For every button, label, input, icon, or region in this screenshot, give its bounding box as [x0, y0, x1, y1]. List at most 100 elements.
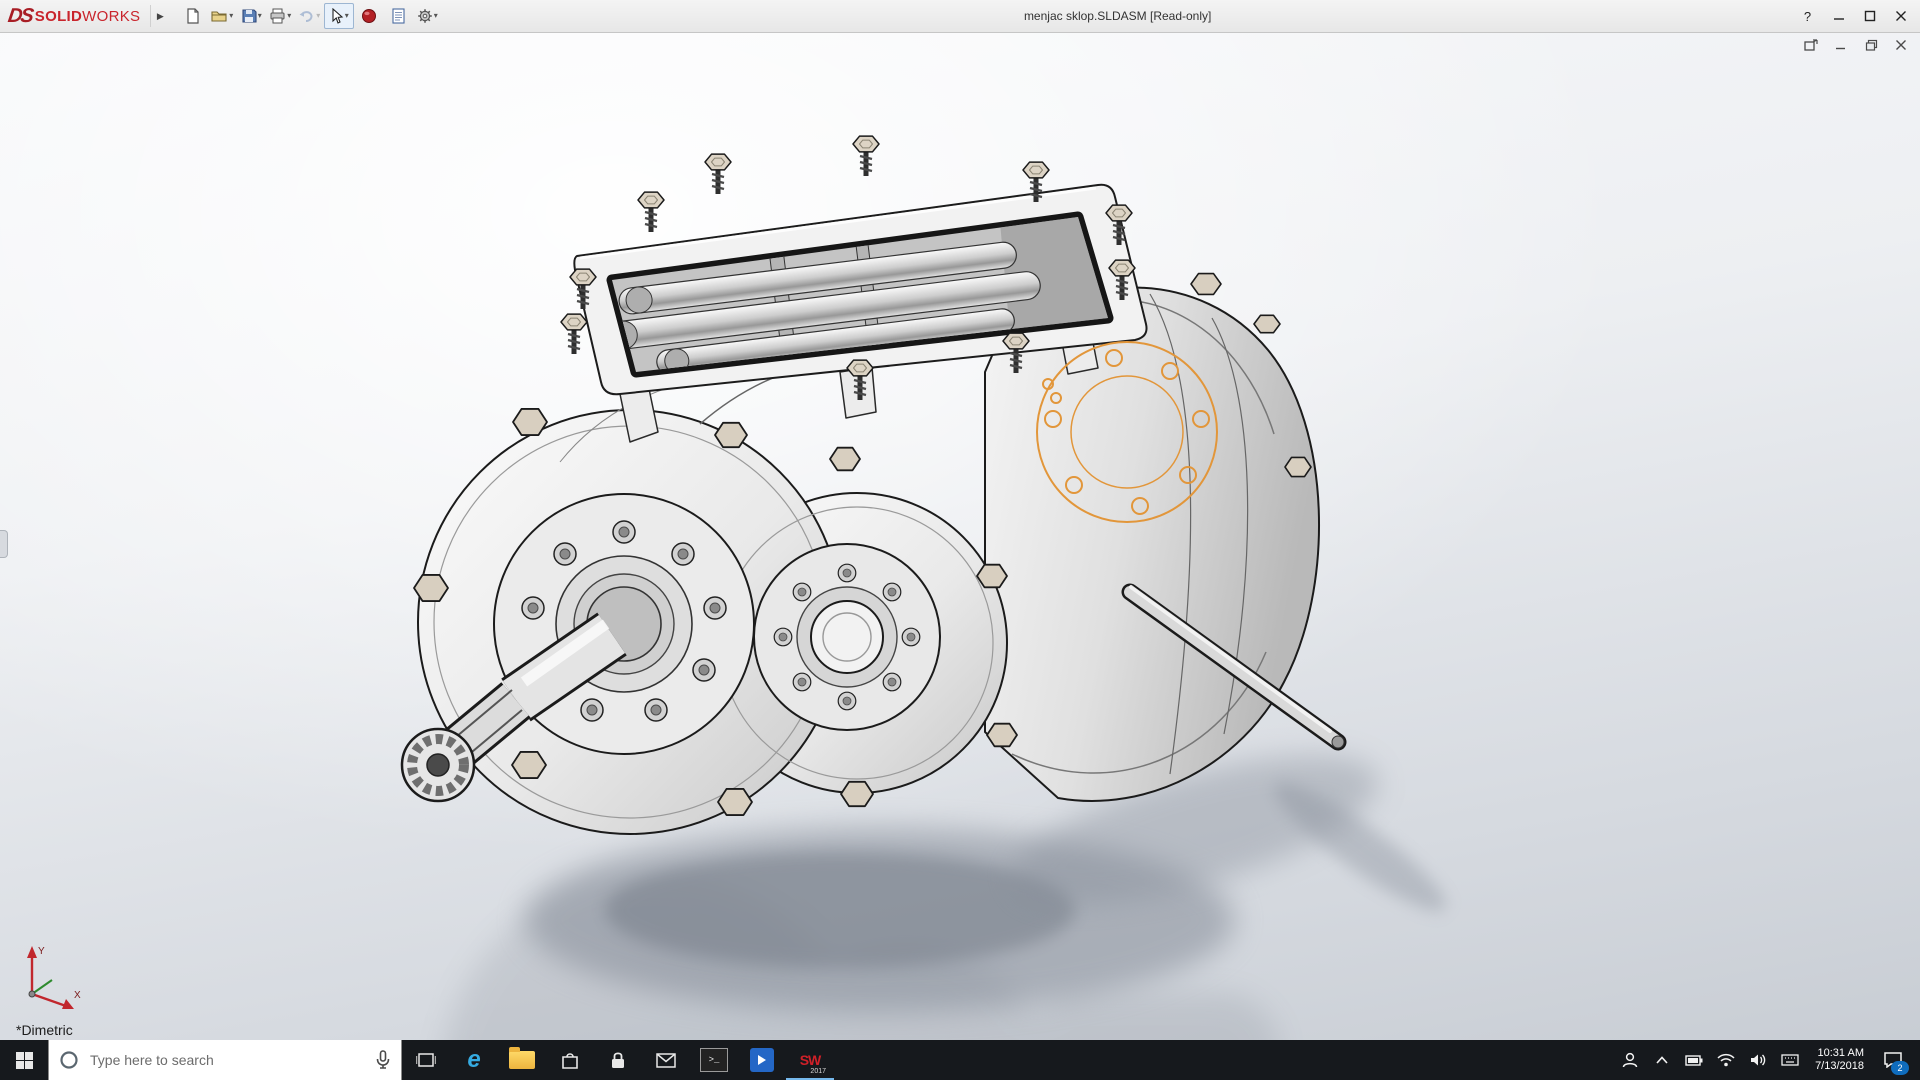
secondary-flange [754, 544, 940, 730]
microphone-icon[interactable] [375, 1050, 391, 1070]
maximize-icon [1864, 10, 1876, 22]
speaker-icon [1750, 1053, 1767, 1067]
gear-icon [417, 8, 433, 24]
doc-restore-button[interactable] [1862, 37, 1880, 53]
help-button[interactable]: ? [1794, 4, 1821, 28]
save-floppy-icon [241, 8, 257, 24]
print-dropdown-arrow[interactable]: ▾ [287, 12, 291, 20]
system-tray: 10:31 AM 7/13/2018 2 [1614, 1040, 1920, 1080]
sw-logo-text: SW [800, 1052, 821, 1068]
search-input[interactable] [88, 1051, 366, 1069]
printer-icon [269, 8, 286, 24]
graphics-viewport[interactable]: Y X *Dimetric [0, 32, 1920, 1040]
tray-overflow-button[interactable] [1646, 1040, 1678, 1080]
file-explorer-button[interactable] [498, 1040, 546, 1080]
maximize-button[interactable] [1856, 4, 1883, 28]
edge-button[interactable]: e [450, 1040, 498, 1080]
doc-float-button[interactable] [1802, 37, 1820, 53]
start-button[interactable] [0, 1040, 48, 1080]
minimize-button[interactable] [1825, 4, 1852, 28]
undo-dropdown-arrow[interactable]: ▾ [316, 12, 320, 20]
solidworks-window: DS SOLIDWORKS ▶ ▾ ▾ ▾ ▾ [0, 0, 1920, 1080]
people-button[interactable] [1614, 1040, 1646, 1080]
open-dropdown-arrow[interactable]: ▾ [229, 12, 233, 20]
cortana-icon [59, 1050, 79, 1070]
save-dropdown-arrow[interactable]: ▾ [258, 12, 262, 20]
new-document-button[interactable] [179, 4, 207, 28]
rear-cylinder-housing [985, 274, 1319, 801]
quick-access-toolbar: ▾ ▾ ▾ ▾ ▾ [179, 3, 441, 29]
keyboard-icon [1781, 1054, 1799, 1066]
triad-x-label: X [74, 990, 81, 1001]
close-button[interactable] [1887, 4, 1914, 28]
doc-close-button[interactable] [1892, 37, 1910, 53]
open-button[interactable]: ▾ [208, 4, 236, 28]
solidworks-app-icon: SW 2017 [795, 1045, 825, 1075]
options-button[interactable]: ▾ [413, 4, 441, 28]
media-app-button[interactable] [738, 1040, 786, 1080]
people-icon [1621, 1052, 1639, 1068]
undo-arrow-icon [298, 8, 315, 24]
options-dropdown-arrow[interactable]: ▾ [434, 12, 438, 20]
document-window-controls [1802, 37, 1910, 53]
touch-keyboard-button[interactable] [1774, 1040, 1806, 1080]
command-prompt-icon: >_ [700, 1048, 728, 1072]
clock-time: 10:31 AM [1815, 1047, 1864, 1060]
orientation-triad: Y X [8, 932, 92, 1016]
solidworks-taskbar-button[interactable]: SW 2017 [786, 1040, 834, 1080]
security-app-button[interactable] [594, 1040, 642, 1080]
padlock-icon [610, 1050, 626, 1070]
windows-taskbar: e >_ [0, 1040, 1920, 1080]
doc-restore-icon [1865, 39, 1878, 51]
minimize-icon [1833, 10, 1845, 22]
battery-button[interactable] [1678, 1040, 1710, 1080]
action-center-button[interactable]: 2 [1873, 1040, 1913, 1080]
taskbar-clock[interactable]: 10:31 AM 7/13/2018 [1806, 1047, 1873, 1073]
notification-badge: 2 [1891, 1061, 1909, 1075]
command-prompt-button[interactable]: >_ [690, 1040, 738, 1080]
design-report-button[interactable] [384, 4, 412, 28]
open-folder-icon [211, 8, 228, 24]
windows-logo-icon [16, 1052, 33, 1069]
wifi-icon [1717, 1053, 1735, 1067]
select-tool-button[interactable]: ▾ [324, 3, 354, 29]
menu-flyout-button[interactable]: ▶ [150, 5, 169, 27]
mail-button[interactable] [642, 1040, 690, 1080]
store-button[interactable] [546, 1040, 594, 1080]
edge-icon: e [467, 1048, 480, 1072]
3d-model-canvas[interactable] [0, 32, 1920, 1040]
task-view-icon [416, 1052, 436, 1068]
new-document-icon [185, 8, 201, 24]
file-explorer-icon [509, 1051, 535, 1069]
gearbox-assembly[interactable] [402, 136, 1344, 834]
save-button[interactable]: ▾ [237, 4, 265, 28]
task-view-button[interactable] [402, 1040, 450, 1080]
view-orientation-label: *Dimetric [16, 1022, 73, 1038]
titlebar: DS SOLIDWORKS ▶ ▾ ▾ ▾ ▾ [0, 0, 1920, 33]
media-app-icon [750, 1048, 774, 1072]
solidworks-logo: DS SOLIDWORKS [0, 5, 144, 28]
brand-text-bold: SOLID [35, 8, 82, 25]
select-dropdown-arrow[interactable]: ▾ [345, 12, 349, 20]
close-icon [1895, 10, 1907, 22]
ds-logo-icon: DS [6, 5, 33, 28]
undo-button[interactable]: ▾ [295, 4, 323, 28]
clock-date: 7/13/2018 [1815, 1060, 1864, 1073]
store-bag-icon [560, 1050, 580, 1070]
doc-minimize-button[interactable] [1832, 37, 1850, 53]
sw-year-text: 2017 [810, 1068, 826, 1075]
mail-envelope-icon [656, 1053, 676, 1068]
realview-sphere-button[interactable] [355, 4, 383, 28]
network-button[interactable] [1710, 1040, 1742, 1080]
print-button[interactable]: ▾ [266, 4, 294, 28]
brand-text-light: WORKS [82, 8, 140, 25]
doc-float-icon [1804, 39, 1818, 52]
document-title: menjac sklop.SLDASM [Read-only] [441, 9, 1794, 23]
red-sphere-icon [361, 8, 377, 24]
doc-close-icon [1895, 39, 1907, 51]
taskbar-search[interactable] [48, 1040, 402, 1080]
volume-button[interactable] [1742, 1040, 1774, 1080]
doc-minimize-icon [1835, 39, 1847, 51]
select-cursor-icon [330, 8, 344, 24]
panel-splitter-handle[interactable] [0, 530, 8, 558]
